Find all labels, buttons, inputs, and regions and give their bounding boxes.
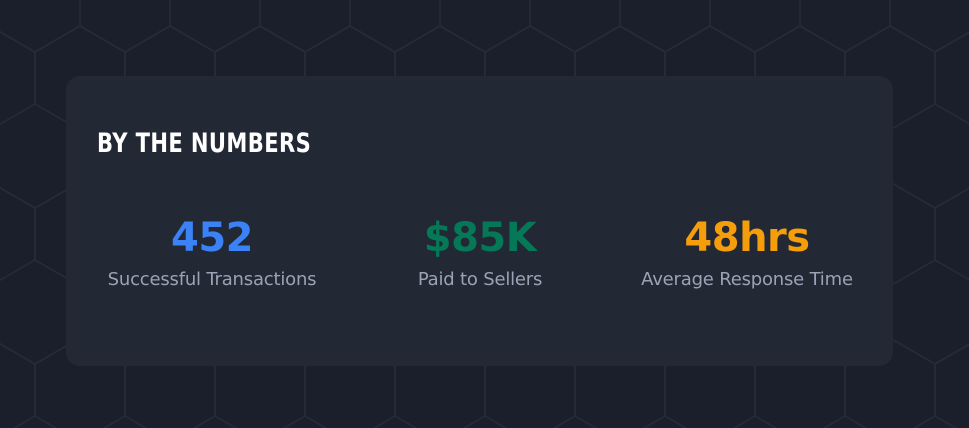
stat-response-time: 48hrs Average Response Time <box>612 214 882 292</box>
stat-label: Average Response Time <box>641 269 853 290</box>
stat-paid-to-sellers: $85K Paid to Sellers <box>345 214 615 292</box>
section-title: BY THE NUMBERS <box>97 128 312 159</box>
stat-value: 48hrs <box>684 215 810 261</box>
stat-label: Successful Transactions <box>107 269 317 290</box>
stat-value: $85K <box>423 215 537 261</box>
stat-label: Paid to Sellers <box>417 269 543 290</box>
stat-value: 452 <box>171 215 254 261</box>
stats-card: BY THE NUMBERS 452 Successful Transactio… <box>66 76 893 366</box>
stat-transactions: 452 Successful Transactions <box>77 214 347 292</box>
